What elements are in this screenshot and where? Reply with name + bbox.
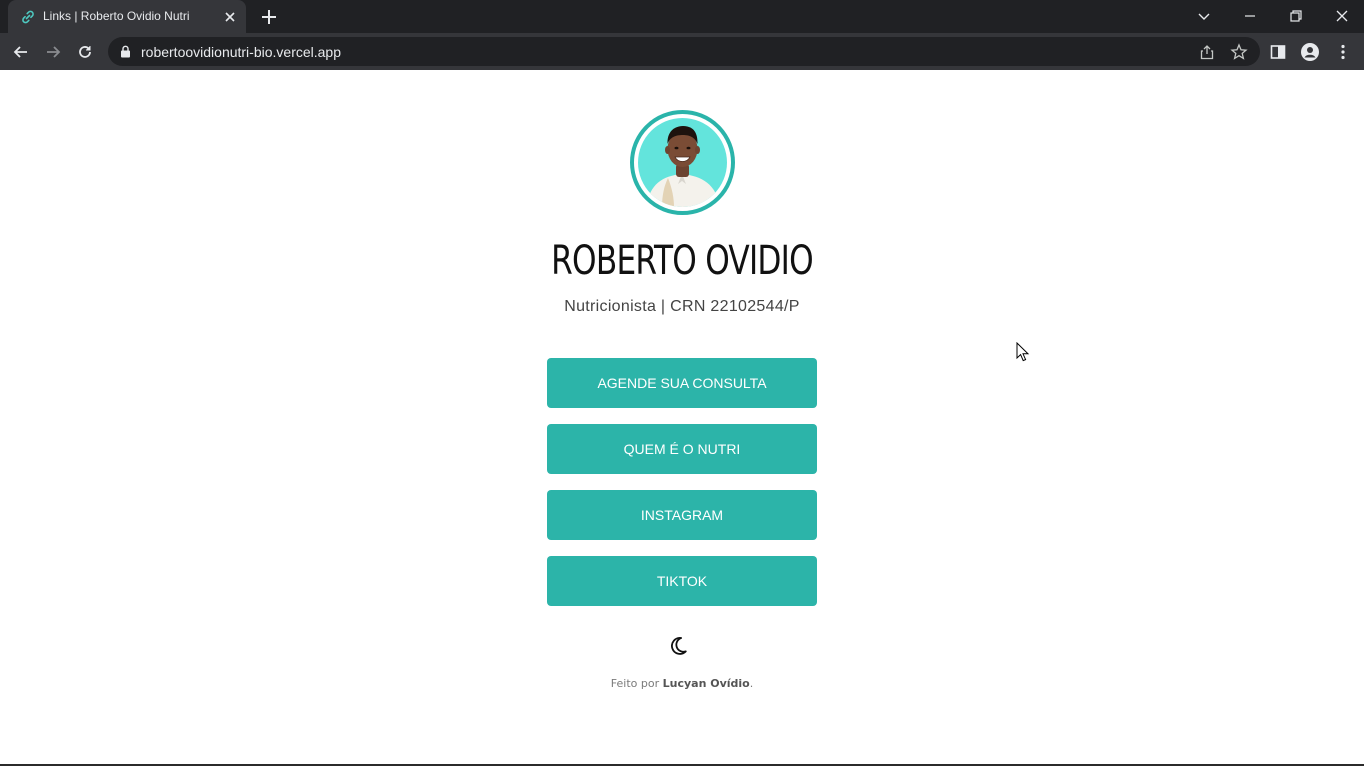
forward-arrow-icon[interactable] <box>43 42 63 62</box>
close-tab-icon[interactable] <box>222 9 238 25</box>
url-text[interactable]: robertoovidionutri-bio.vercel.app <box>141 44 341 60</box>
profile-subtitle: Nutricionista | CRN 22102544/P <box>564 298 800 315</box>
tab-title: Links | Roberto Ovidio Nutri <box>43 9 190 23</box>
profile-name: ROBERTO OVIDIO <box>551 238 813 284</box>
profile-avatar-icon[interactable] <box>1300 42 1320 62</box>
bookmark-star-icon[interactable] <box>1230 43 1248 61</box>
kebab-menu-icon[interactable] <box>1333 42 1353 62</box>
quem-e-o-nutri-button[interactable]: QUEM É O NUTRI <box>547 424 817 474</box>
address-bar[interactable]: robertoovidionutri-bio.vercel.app <box>108 37 1260 66</box>
link-icon <box>22 10 34 24</box>
mouse-cursor-icon <box>1016 342 1030 362</box>
agende-consulta-button[interactable]: AGENDE SUA CONSULTA <box>547 358 817 408</box>
minimize-icon[interactable] <box>1240 6 1260 26</box>
tiktok-button[interactable]: TIKTOK <box>547 556 817 606</box>
lock-icon[interactable] <box>120 45 131 58</box>
side-panel-icon[interactable] <box>1268 42 1288 62</box>
browser-tab[interactable]: Links | Roberto Ovidio Nutri <box>8 0 246 33</box>
reload-icon[interactable] <box>75 42 95 62</box>
person-illustration <box>646 126 720 207</box>
footer-suffix: . <box>749 677 754 690</box>
footer-credit: Feito por Lucyan Ovídio. <box>0 677 1364 690</box>
footer-prefix: Feito por <box>610 677 660 690</box>
close-window-icon[interactable] <box>1332 6 1352 26</box>
back-arrow-icon[interactable] <box>11 42 31 62</box>
browser-titlebar: Links | Roberto Ovidio Nutri <box>0 0 1364 33</box>
share-icon[interactable] <box>1198 43 1216 61</box>
profile-photo <box>638 118 727 207</box>
page-content: ROBERTO OVIDIO Nutricionista | CRN 22102… <box>0 70 1364 764</box>
instagram-button[interactable]: INSTAGRAM <box>547 490 817 540</box>
new-tab-icon[interactable] <box>260 8 278 26</box>
browser-toolbar: robertoovidionutri-bio.vercel.app <box>0 33 1364 70</box>
profile-avatar <box>630 110 735 215</box>
moon-icon[interactable] <box>671 635 693 657</box>
restore-icon[interactable] <box>1286 6 1306 26</box>
footer-author-link[interactable]: Lucyan Ovídio <box>663 677 750 690</box>
tab-search-chevron-icon[interactable] <box>1194 6 1214 26</box>
